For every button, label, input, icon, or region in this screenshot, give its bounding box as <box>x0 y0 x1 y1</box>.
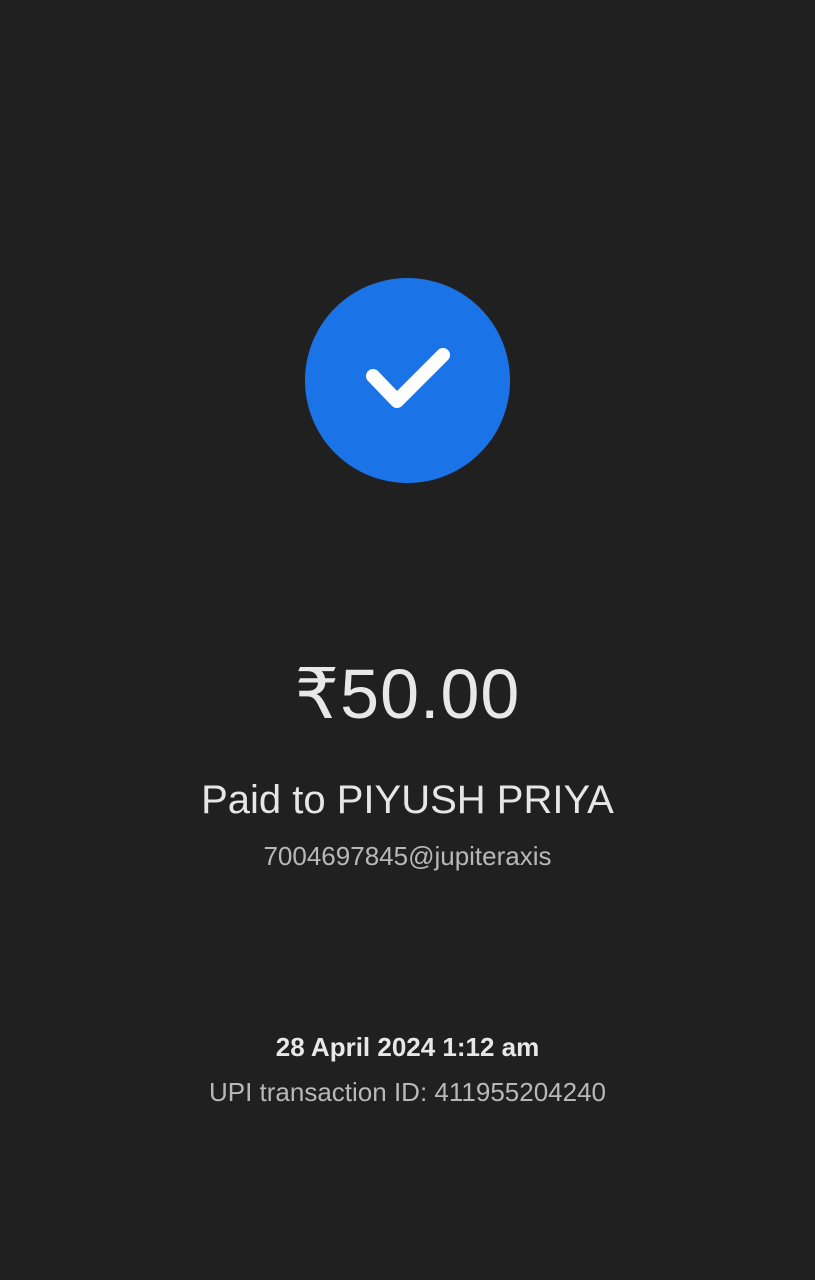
success-badge <box>305 278 510 483</box>
check-icon <box>366 348 450 408</box>
upi-transaction-id: UPI transaction ID: 411955204240 <box>208 1077 606 1107</box>
transaction-datetime: 28 April 2024 1:12 am <box>275 1032 540 1062</box>
payment-success-screen: ₹50.00 Paid to PIYUSH PRIYA 7004697845@j… <box>0 0 815 1280</box>
payee-upi-id: 7004697845@jupiteraxis <box>263 841 552 871</box>
payment-amount: ₹50.00 <box>294 655 521 733</box>
payee-name: Paid to PIYUSH PRIYA <box>201 778 614 822</box>
